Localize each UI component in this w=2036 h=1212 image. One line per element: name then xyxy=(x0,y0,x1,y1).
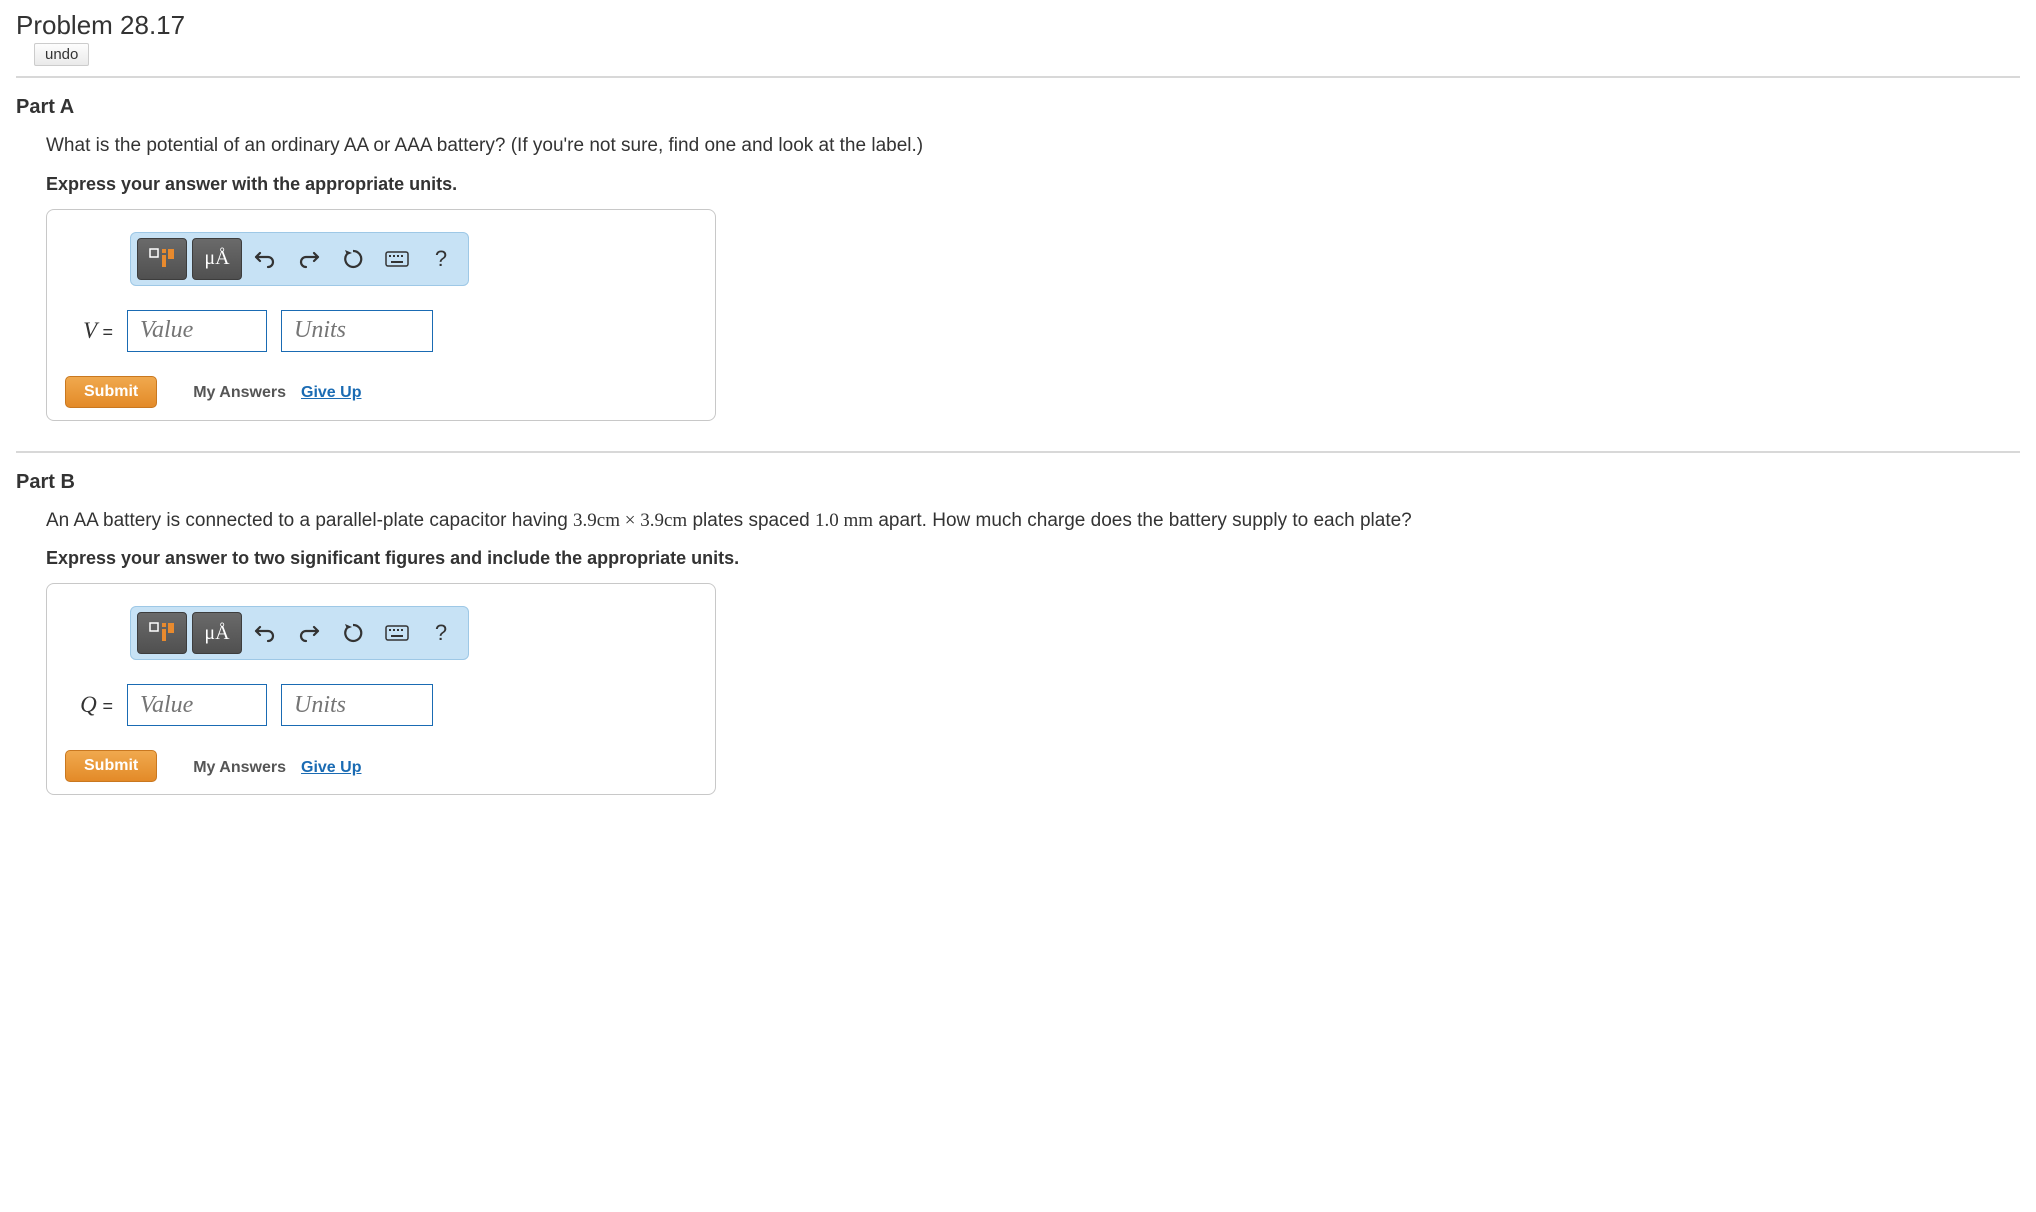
help-icon[interactable]: ? xyxy=(420,615,462,651)
special-chars-icon[interactable]: μÅ xyxy=(192,612,242,654)
redo-icon[interactable] xyxy=(288,615,330,651)
keyboard-icon[interactable] xyxy=(376,615,418,651)
help-label: ? xyxy=(435,620,447,646)
reset-icon[interactable] xyxy=(332,615,374,651)
q-times: × xyxy=(620,510,640,531)
part-b-instruction: Express your answer to two significant f… xyxy=(46,548,2020,569)
redo-icon[interactable] xyxy=(288,241,330,277)
submit-button[interactable]: Submit xyxy=(65,750,157,782)
part-a-question: What is the potential of an ordinary AA … xyxy=(46,133,2020,160)
part-a-label: Part A xyxy=(16,96,2020,119)
q-dim1: 3.9cm xyxy=(573,510,620,531)
part-a: Part A What is the potential of an ordin… xyxy=(16,96,2020,421)
formatting-toolbar: μÅ ? xyxy=(130,232,469,286)
divider xyxy=(16,76,2020,78)
give-up-link[interactable]: Give Up xyxy=(301,384,361,401)
my-answers-link[interactable]: My Answers xyxy=(193,384,286,401)
part-b-answer-box: μÅ ? xyxy=(46,583,716,795)
part-b: Part B An AA battery is connected to a p… xyxy=(16,471,2020,796)
submit-button[interactable]: Submit xyxy=(65,376,157,408)
part-a-instruction: Express your answer with the appropriate… xyxy=(46,174,2020,195)
fraction-template-icon[interactable] xyxy=(137,612,187,654)
undo-icon[interactable] xyxy=(244,615,286,651)
part-b-actions: Submit My Answers Give Up xyxy=(65,750,697,782)
part-a-units-input[interactable] xyxy=(281,310,433,352)
part-b-label: Part B xyxy=(16,471,2020,494)
q-dim2: 3.9cm xyxy=(640,510,687,531)
fraction-template-icon[interactable] xyxy=(137,238,187,280)
problem-title: Problem 28.17 xyxy=(16,10,2020,41)
special-chars-label: μÅ xyxy=(204,622,229,645)
special-chars-label: μÅ xyxy=(204,247,229,270)
help-icon[interactable]: ? xyxy=(420,241,462,277)
part-b-question: An AA battery is connected to a parallel… xyxy=(46,508,2020,535)
my-answers-link[interactable]: My Answers xyxy=(193,759,286,776)
q-text: An AA battery is connected to a parallel… xyxy=(46,510,573,531)
q-spacing-unit: mm xyxy=(839,510,873,531)
special-chars-icon[interactable]: μÅ xyxy=(192,238,242,280)
part-a-input-row: V = xyxy=(69,310,697,352)
q-spacing-val: 1.0 xyxy=(815,510,839,531)
divider xyxy=(16,451,2020,453)
part-a-value-input[interactable] xyxy=(127,310,267,352)
help-label: ? xyxy=(435,246,447,272)
give-up-link[interactable]: Give Up xyxy=(301,759,361,776)
q-text: plates spaced xyxy=(687,510,815,531)
part-b-units-input[interactable] xyxy=(281,684,433,726)
part-a-answer-box: μÅ ? xyxy=(46,209,716,421)
undo-icon[interactable] xyxy=(244,241,286,277)
keyboard-icon[interactable] xyxy=(376,241,418,277)
part-a-actions: Submit My Answers Give Up xyxy=(65,376,697,408)
part-a-variable: V = xyxy=(69,318,113,344)
undo-button[interactable]: undo xyxy=(34,43,89,66)
formatting-toolbar: μÅ ? xyxy=(130,606,469,660)
reset-icon[interactable] xyxy=(332,241,374,277)
part-b-input-row: Q = xyxy=(69,684,697,726)
q-text: apart. How much charge does the battery … xyxy=(873,510,1412,531)
part-b-value-input[interactable] xyxy=(127,684,267,726)
part-b-variable: Q = xyxy=(69,692,113,718)
